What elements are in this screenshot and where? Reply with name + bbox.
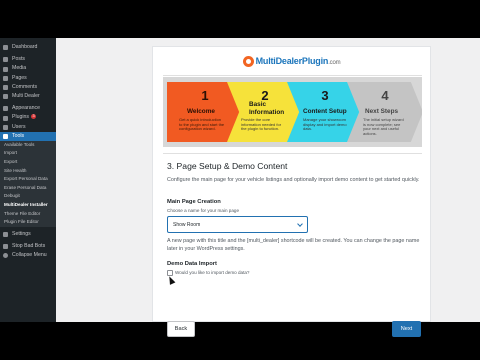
sidebar-item-appearance[interactable]: Appearance — [0, 104, 56, 113]
submenu-item-available-tools[interactable]: Available Tools — [0, 141, 56, 150]
admin-sidebar: Dashboard Posts Media Pages Comments Mul… — [0, 38, 56, 322]
back-button[interactable]: Back — [167, 321, 195, 337]
step-description: Get a quick introduction to the plugin a… — [179, 117, 225, 132]
sidebar-item-settings[interactable]: Settings — [0, 230, 56, 239]
submenu-item-erase-personal-data[interactable]: Erase Personal Data — [0, 184, 56, 193]
sidebar-item-plugins[interactable]: Plugins 3 — [0, 113, 56, 122]
tools-submenu: Available Tools Import Export Site Healt… — [0, 140, 56, 227]
collapse-icon — [3, 253, 8, 259]
main-page-label: Main Page Creation — [167, 199, 221, 205]
shield-icon — [3, 244, 8, 250]
divider — [163, 75, 422, 76]
chevron-down-icon — [297, 221, 303, 227]
main-page-name-value: Show Room — [173, 222, 201, 228]
dashboard-icon — [3, 45, 8, 51]
wrench-icon — [3, 133, 8, 139]
sidebar-item-tools[interactable]: Tools — [0, 131, 56, 141]
logo-name: MultiDealerPlugin — [255, 56, 329, 66]
step-title: Welcome — [187, 108, 215, 115]
logo-domain: .com — [328, 60, 341, 66]
sidebar-item-users[interactable]: Users — [0, 123, 56, 132]
sidebar-collapse-menu[interactable]: Collapse Menu — [0, 251, 56, 260]
step-title: Next Steps — [365, 108, 399, 115]
video-letterbox-top — [0, 0, 480, 38]
page-icon — [3, 75, 8, 81]
import-demo-checkbox-label: Would you like to import demo data? — [175, 270, 250, 275]
sidebar-item-comments[interactable]: Comments — [0, 83, 56, 92]
step-title: Content Setup — [303, 108, 347, 115]
pin-icon — [3, 57, 8, 63]
submenu-item-plugin-file-editor[interactable]: Plugin File Editor — [0, 218, 56, 227]
step-description: Manage your showroom display and import … — [303, 117, 347, 132]
setup-wizard-card: MultiDealerPlugin.com 1 Welcome Get a qu… — [152, 46, 431, 337]
sidebar-item-posts[interactable]: Posts — [0, 55, 56, 64]
submenu-item-multidealer-installer[interactable]: MultiDealer Installer — [0, 201, 56, 210]
submenu-item-import[interactable]: Import — [0, 149, 56, 158]
demo-data-label: Demo Data Import — [167, 261, 217, 267]
main-page-name-select[interactable]: Show Room — [167, 216, 308, 233]
step-title: Basic Information — [249, 101, 285, 116]
plugin-icon — [3, 115, 8, 121]
plugin-logo: MultiDealerPlugin.com — [153, 53, 430, 69]
plugins-update-badge: 3 — [31, 114, 37, 120]
sidebar-item-dashboard[interactable]: Dashboard — [0, 43, 56, 52]
wizard-steps-banner: 1 Welcome Get a quick introduction to th… — [163, 77, 422, 147]
user-icon — [3, 124, 8, 130]
step-description: The initial setup wizard is now complete… — [363, 117, 404, 137]
submenu-item-debugit[interactable]: Debugit — [0, 192, 56, 201]
step-number: 4 — [381, 88, 389, 103]
submenu-item-theme-file-editor[interactable]: Theme File Editor — [0, 210, 56, 219]
sidebar-item-stop-bad-bots[interactable]: Stop Bad Bots — [0, 242, 56, 251]
section-heading: 3. Page Setup & Demo Content — [167, 161, 288, 171]
main-page-help-text: A new page with this title and the [mult… — [167, 238, 420, 252]
main-page-sublabel: Choose a name for your main page — [167, 208, 240, 213]
sidebar-item-multi-dealer[interactable]: Multi Dealer — [0, 92, 56, 101]
next-button[interactable]: Next — [392, 321, 421, 337]
logo-mark-icon — [242, 55, 254, 67]
sidebar-item-pages[interactable]: Pages — [0, 74, 56, 83]
sidebar-item-media[interactable]: Media — [0, 64, 56, 73]
settings-icon — [3, 232, 8, 237]
multidealer-icon — [3, 94, 8, 100]
submenu-item-export-personal-data[interactable]: Export Personal Data — [0, 175, 56, 184]
comment-icon — [3, 84, 8, 90]
divider — [163, 153, 422, 154]
submenu-item-site-health[interactable]: Site Health — [0, 167, 56, 176]
section-intro: Configure the main page for your vehicle… — [167, 177, 420, 183]
step-description: Provide the core information needed for … — [241, 117, 282, 132]
submenu-item-export[interactable]: Export — [0, 158, 56, 167]
brush-icon — [3, 106, 8, 112]
media-icon — [3, 66, 8, 72]
